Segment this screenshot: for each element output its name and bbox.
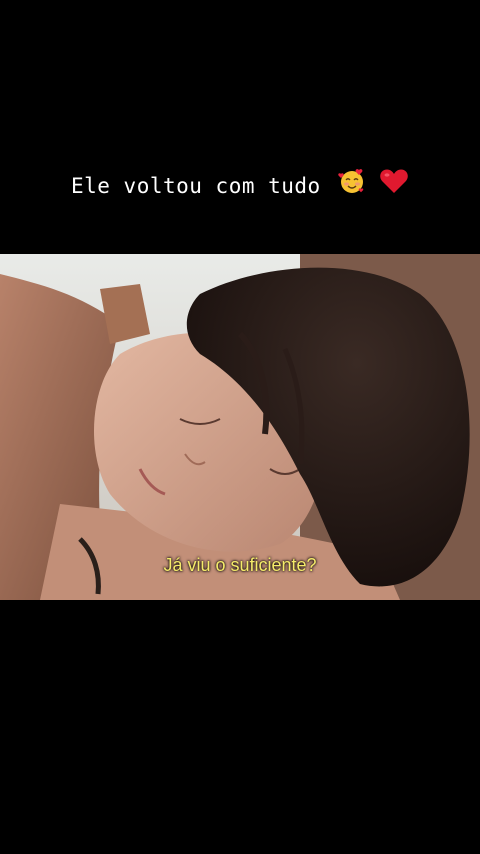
video-frame[interactable]: Já viu o suficiente? bbox=[0, 254, 480, 600]
caption-text: Ele voltou com tudo bbox=[70, 174, 321, 198]
sleeping-person-image bbox=[0, 254, 480, 600]
red-heart-icon bbox=[379, 167, 409, 208]
video-subtitle: Já viu o suficiente? bbox=[163, 555, 317, 575]
smiling-face-with-hearts-icon bbox=[338, 167, 366, 208]
post-caption: Ele voltou com tudo bbox=[0, 166, 480, 208]
